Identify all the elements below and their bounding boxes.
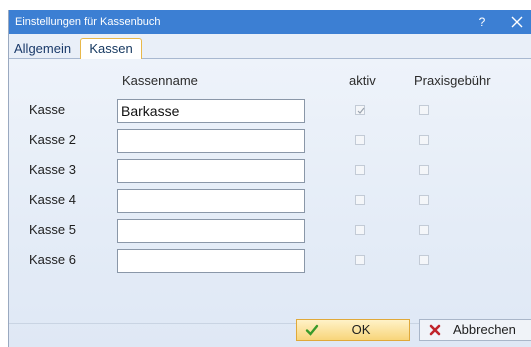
kassenname-input-3[interactable] [117, 159, 305, 183]
x-mark-icon [429, 324, 441, 336]
praxisgebuehr-checkbox-5[interactable] [419, 225, 429, 235]
close-icon [511, 16, 523, 28]
row-label-kasse-6: Kasse 6 [29, 252, 76, 267]
check-icon [357, 107, 365, 114]
tab-strip: Allgemein Kassen [9, 34, 531, 59]
tab-allgemein[interactable]: Allgemein [11, 40, 79, 58]
column-header-aktiv: aktiv [349, 73, 376, 88]
aktiv-checkbox-2[interactable] [355, 135, 365, 145]
kassenname-input-4[interactable] [117, 189, 305, 213]
row-label-kasse-2: Kasse 2 [29, 132, 76, 147]
tab-kassen[interactable]: Kassen [80, 38, 142, 59]
row-label-kasse-1: Kasse [29, 102, 66, 117]
praxisgebuehr-checkbox-6[interactable] [419, 255, 429, 265]
title-bar: Einstellungen für Kassenbuch ? [9, 10, 531, 34]
settings-dialog: Einstellungen für Kassenbuch ? Allgemein… [8, 10, 531, 347]
aktiv-checkbox-3[interactable] [355, 165, 365, 175]
ok-button[interactable]: OK [296, 319, 410, 341]
help-button[interactable]: ? [475, 14, 489, 30]
column-header-kassenname: Kassenname [122, 73, 198, 88]
row-label-kasse-3: Kasse 3 [29, 162, 76, 177]
kassenname-input-5[interactable] [117, 219, 305, 243]
kassenname-input-6[interactable] [117, 249, 305, 273]
cancel-button-label: Abbrechen [453, 322, 516, 337]
column-header-praxisgebuehr: Praxisgebühr [414, 73, 491, 88]
kassenname-input-2[interactable] [117, 129, 305, 153]
kassen-panel: Kassenname aktiv Praxisgebühr Kasse Kass… [9, 59, 531, 347]
close-button[interactable] [509, 14, 525, 30]
aktiv-checkbox-1[interactable] [355, 105, 365, 115]
cancel-button[interactable]: Abbrechen [419, 319, 531, 341]
row-label-kasse-5: Kasse 5 [29, 222, 76, 237]
aktiv-checkbox-4[interactable] [355, 195, 365, 205]
praxisgebuehr-checkbox-2[interactable] [419, 135, 429, 145]
aktiv-checkbox-6[interactable] [355, 255, 365, 265]
kassenname-input-1[interactable] [117, 99, 305, 123]
checkmark-icon [305, 324, 319, 336]
praxisgebuehr-checkbox-4[interactable] [419, 195, 429, 205]
praxisgebuehr-checkbox-3[interactable] [419, 165, 429, 175]
row-label-kasse-4: Kasse 4 [29, 192, 76, 207]
ok-button-label: OK [351, 322, 371, 337]
aktiv-checkbox-5[interactable] [355, 225, 365, 235]
praxisgebuehr-checkbox-1[interactable] [419, 105, 429, 115]
window-title: Einstellungen für Kassenbuch [15, 16, 161, 28]
